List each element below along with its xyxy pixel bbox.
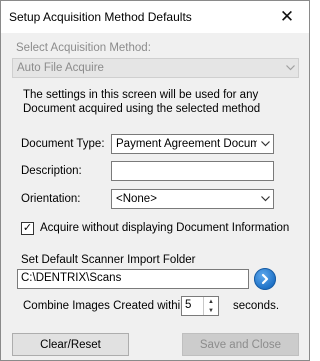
close-button[interactable]: ✕: [265, 1, 309, 33]
seconds-unit-label: seconds.: [233, 300, 280, 312]
info-text-line2: Document acquired using the selected met…: [23, 103, 261, 115]
dialog-window: Setup Acquisition Method Defaults ✕ Sele…: [0, 0, 310, 361]
scanner-folder-label: Set Default Scanner Import Folder: [21, 254, 196, 266]
chevron-down-icon: [257, 135, 273, 153]
combine-seconds-value: 5: [185, 299, 192, 311]
acquisition-method-value: Auto File Acquire: [17, 62, 104, 74]
acquisition-method-select: Auto File Acquire: [12, 58, 299, 78]
scanner-folder-input[interactable]: C:\DENTRIX\Scans: [17, 269, 249, 289]
document-type-value: Payment Agreement Documer: [116, 138, 257, 150]
chevron-down-icon: [257, 190, 273, 208]
chevron-down-icon: [282, 59, 298, 77]
checkmark-icon: ✓: [22, 222, 33, 234]
description-label: Description:: [21, 165, 82, 177]
clear-reset-button[interactable]: Clear/Reset: [12, 333, 129, 356]
info-text-line1: The settings in this screen will be used…: [23, 89, 259, 101]
close-icon: ✕: [279, 7, 295, 26]
orientation-value: <None>: [116, 193, 157, 205]
spin-down-icon[interactable]: ▼: [204, 306, 218, 315]
acquire-without-info-checkbox[interactable]: ✓: [21, 222, 34, 235]
title-bar: Setup Acquisition Method Defaults ✕: [1, 1, 309, 33]
acquisition-method-label: Select Acquisition Method:: [16, 42, 151, 54]
spin-up-icon[interactable]: ▲: [204, 297, 218, 306]
description-input[interactable]: [111, 161, 274, 181]
document-type-label: Document Type:: [21, 138, 105, 150]
combine-seconds-stepper[interactable]: 5 ▲ ▼: [181, 296, 219, 316]
save-and-close-button[interactable]: Save and Close: [182, 333, 299, 356]
orientation-label: Orientation:: [21, 193, 81, 205]
orientation-select[interactable]: <None>: [111, 189, 274, 209]
window-title: Setup Acquisition Method Defaults: [9, 10, 192, 24]
document-type-select[interactable]: Payment Agreement Documer: [111, 134, 274, 154]
acquire-without-info-label[interactable]: Acquire without displaying Document Info…: [40, 222, 289, 234]
combine-images-label: Combine Images Created within: [23, 300, 187, 312]
browse-folder-button[interactable]: [254, 268, 276, 290]
arrow-right-circle-icon: [261, 273, 269, 285]
